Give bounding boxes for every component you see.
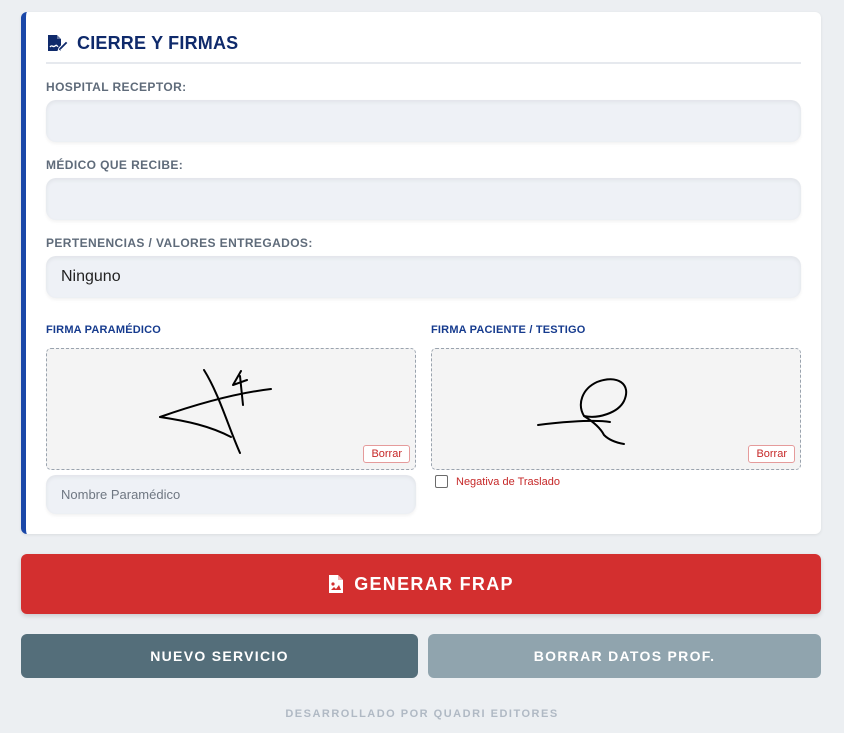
hospital-label: HOSPITAL RECEPTOR: bbox=[46, 80, 187, 94]
patient-signature-stroke bbox=[537, 378, 627, 445]
patient-clear-button[interactable]: Borrar bbox=[748, 445, 795, 463]
transfer-refusal-label: Negativa de Traslado bbox=[456, 475, 560, 488]
generate-frap-label: GENERAR FRAP bbox=[354, 573, 514, 594]
new-service-button[interactable]: NUEVO SERVICIO bbox=[21, 634, 418, 678]
transfer-refusal: Negativa de Traslado bbox=[435, 475, 560, 488]
paramedic-signature-label: FIRMA PARAMÉDICO bbox=[46, 324, 162, 336]
belongings-input[interactable] bbox=[46, 256, 801, 298]
paramedic-signature-pad[interactable]: Borrar bbox=[46, 348, 416, 470]
file-image-icon bbox=[329, 575, 344, 593]
paramedic-signature-stroke bbox=[159, 369, 272, 454]
closing-signatures-card: CIERRE Y FIRMAS HOSPITAL RECEPTOR: MÉDIC… bbox=[21, 12, 821, 534]
section-title: CIERRE Y FIRMAS bbox=[77, 33, 239, 53]
paramedic-name-input[interactable] bbox=[46, 475, 416, 514]
patient-signature-pad[interactable]: Borrar bbox=[431, 348, 801, 470]
generate-frap-button[interactable]: GENERAR FRAP bbox=[21, 554, 821, 614]
doctor-input[interactable] bbox=[46, 178, 801, 220]
patient-signature-label: FIRMA PACIENTE / TESTIGO bbox=[431, 324, 586, 336]
hospital-input[interactable] bbox=[46, 100, 801, 142]
footer-credit: DESARROLLADO POR QUADRI EDITORES bbox=[285, 708, 559, 720]
clear-prof-data-button[interactable]: BORRAR DATOS PROF. bbox=[428, 634, 821, 678]
doctor-label: MÉDICO QUE RECIBE: bbox=[46, 158, 184, 172]
transfer-refusal-checkbox[interactable] bbox=[435, 475, 448, 488]
signature-edit-icon bbox=[48, 35, 68, 52]
paramedic-clear-button[interactable]: Borrar bbox=[363, 445, 410, 463]
belongings-label: PERTENENCIAS / VALORES ENTREGADOS: bbox=[46, 236, 313, 250]
card-header: CIERRE Y FIRMAS bbox=[46, 30, 801, 64]
